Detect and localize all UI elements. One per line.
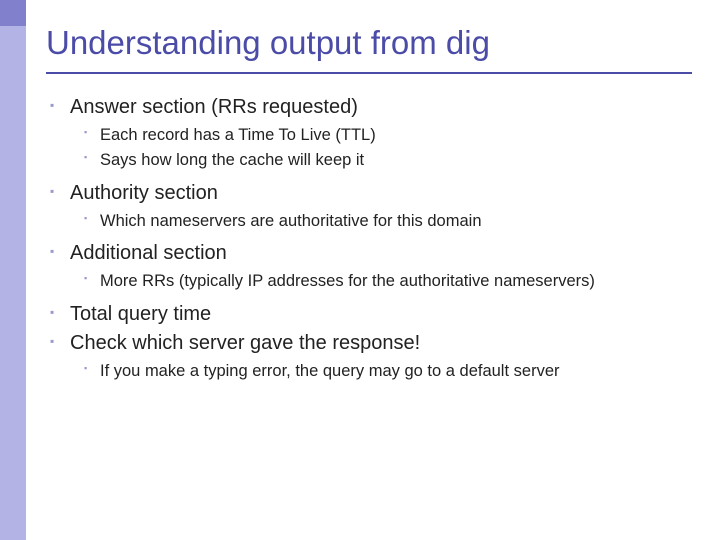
title-underline (46, 72, 692, 74)
sub-bullet-list: Which nameservers are authoritative for … (70, 211, 692, 232)
bullet-text: Answer section (RRs requested) (70, 96, 358, 118)
bullet-item: Additional section More RRs (typically I… (46, 242, 692, 292)
sub-bullet-item: Says how long the cache will keep it (70, 150, 692, 171)
bullet-text: Total query time (70, 303, 211, 325)
sub-bullet-item: Which nameservers are authoritative for … (70, 211, 692, 232)
slide-title: Understanding output from dig (46, 24, 692, 62)
slide-content: Understanding output from dig Answer sec… (26, 0, 720, 540)
bullet-text: Additional section (70, 242, 227, 264)
bullet-item: Check which server gave the response! If… (46, 332, 692, 382)
left-accent-bar (0, 0, 26, 540)
sub-bullet-item: If you make a typing error, the query ma… (70, 361, 692, 382)
bullet-text: Check which server gave the response! (70, 332, 420, 354)
bullet-item: Answer section (RRs requested) Each reco… (46, 96, 692, 172)
sub-bullet-item: More RRs (typically IP addresses for the… (70, 271, 692, 292)
sub-bullet-list: Each record has a Time To Live (TTL) Say… (70, 125, 692, 172)
bullet-item: Authority section Which nameservers are … (46, 182, 692, 232)
bullet-list: Answer section (RRs requested) Each reco… (46, 96, 692, 382)
sub-bullet-list: More RRs (typically IP addresses for the… (70, 271, 692, 292)
corner-accent-square (0, 0, 26, 26)
bullet-item: Total query time (46, 303, 692, 326)
sub-bullet-list: If you make a typing error, the query ma… (70, 361, 692, 382)
bullet-text: Authority section (70, 182, 218, 204)
sub-bullet-item: Each record has a Time To Live (TTL) (70, 125, 692, 146)
